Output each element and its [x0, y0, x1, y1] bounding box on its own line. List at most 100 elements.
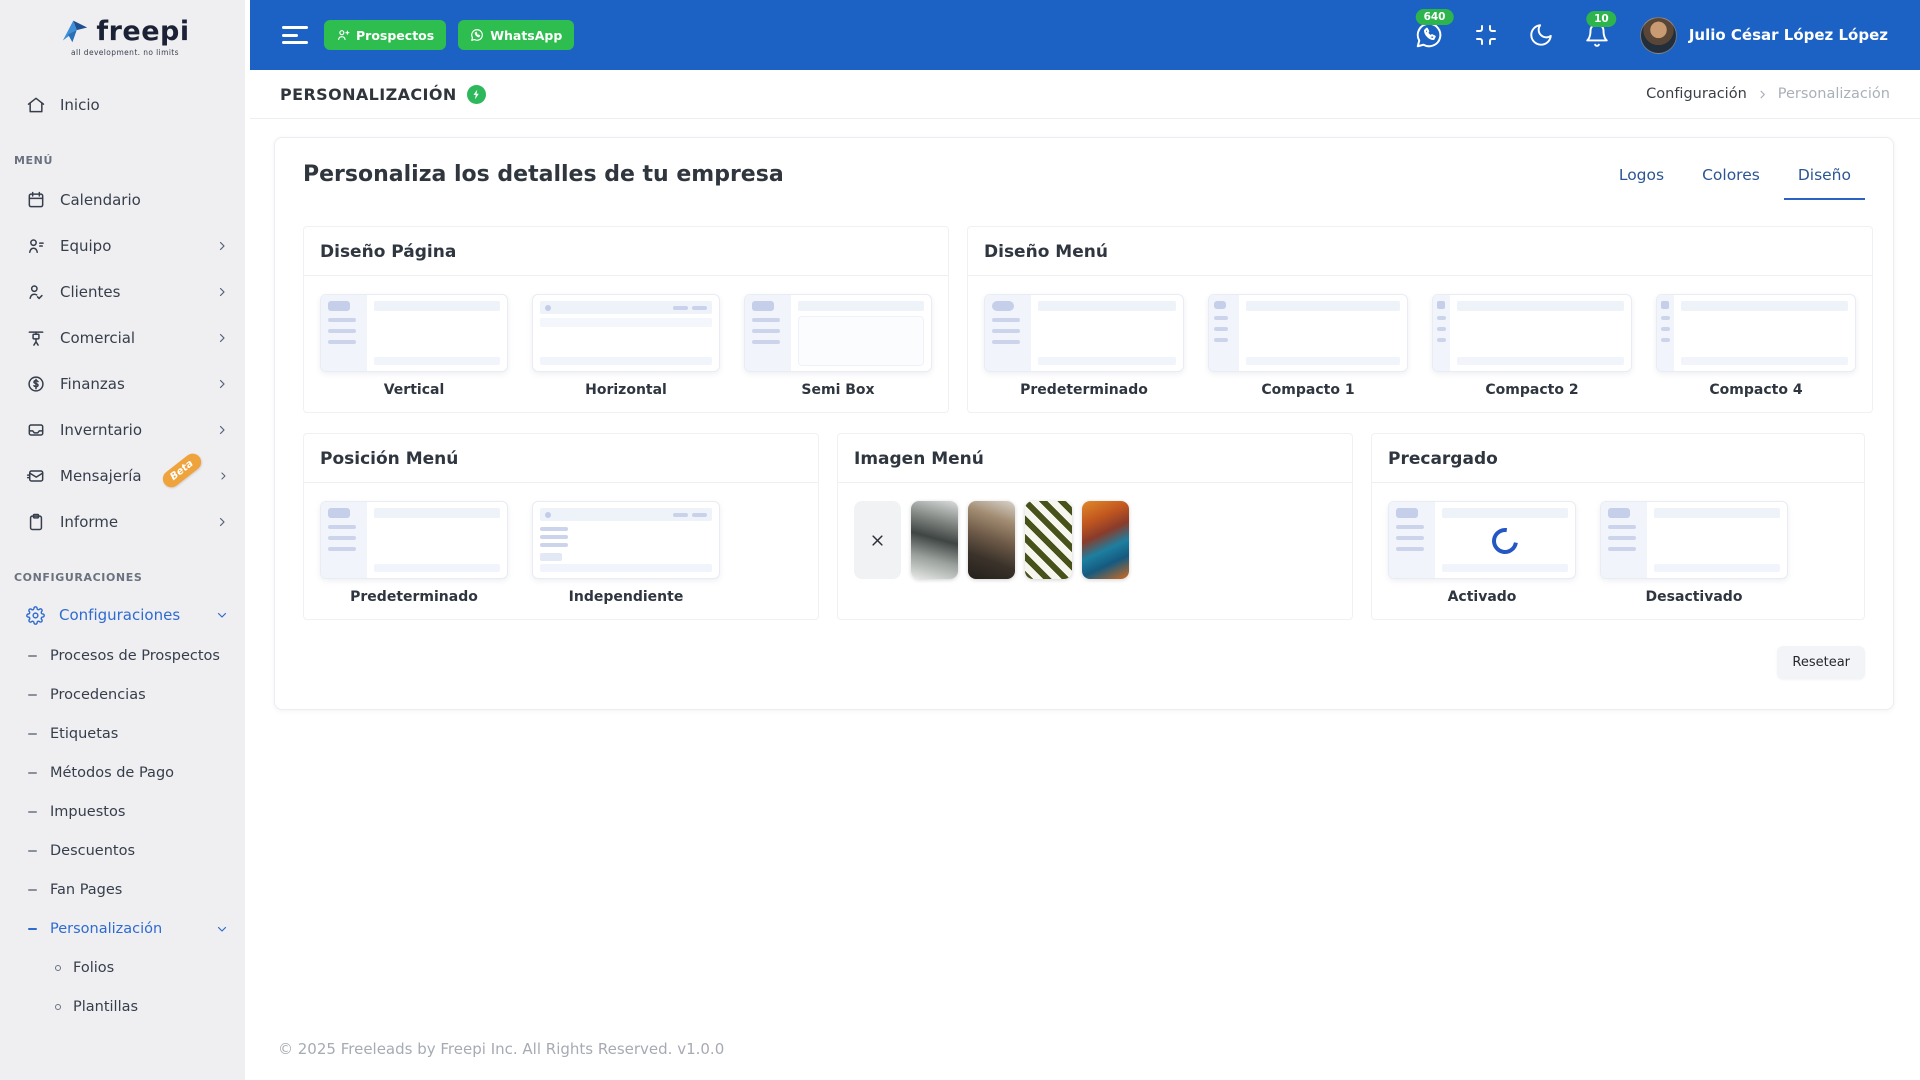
personalization-card: Personaliza los detalles de tu empresa L…: [274, 137, 1894, 710]
panel-diseno-pagina: Diseño Página Vertical Horizontal Semi B…: [303, 226, 949, 413]
calls-icon[interactable]: 640: [1414, 9, 1454, 50]
sidebar-item-finanzas[interactable]: Finanzas: [0, 361, 250, 407]
sidebar-item-inicio[interactable]: Inicio: [0, 82, 250, 128]
sidebar-item-informe[interactable]: Informe: [0, 499, 250, 545]
chevron-down-icon: [217, 612, 227, 618]
sidebar-item-label: Fan Pages: [50, 881, 123, 898]
calendar-icon: [28, 191, 44, 208]
position-preview-independiente: [532, 501, 720, 579]
sidebar-item-etiquetas[interactable]: Etiquetas: [0, 714, 250, 753]
option-menu-predeterminado[interactable]: Predeterminado: [984, 294, 1184, 398]
sidebar-item-calendario[interactable]: Calendario: [0, 177, 250, 223]
user-name[interactable]: Julio César López López: [1689, 26, 1888, 44]
compress-icon[interactable]: [1474, 23, 1498, 47]
sidebar-item-mensajeria[interactable]: Mensajería Beta: [0, 449, 250, 499]
chevron-right-icon: [219, 241, 225, 251]
preload-preview-activado: [1388, 501, 1576, 579]
commerce-icon: [28, 331, 44, 346]
panel-title: Posición Menú: [304, 434, 818, 483]
dash-bullet-icon: [28, 732, 37, 735]
menu-image-snow-forest[interactable]: [911, 501, 958, 579]
sidebar-item-procedencias[interactable]: Procedencias: [0, 675, 250, 714]
option-vertical[interactable]: Vertical: [320, 294, 508, 398]
position-preview-predeterminado: [320, 501, 508, 579]
tab-logos[interactable]: Logos: [1605, 162, 1678, 200]
sidebar-item-configuraciones[interactable]: Configuraciones: [0, 594, 250, 636]
spinner-icon: [1486, 522, 1524, 560]
sidebar-item-label: Plantillas: [73, 998, 139, 1015]
mail-icon: [26, 470, 44, 482]
inventory-icon: [28, 424, 44, 436]
sidebar-item-clientes[interactable]: Clientes: [0, 269, 250, 315]
breadcrumb-configuracion[interactable]: Configuración: [1646, 86, 1747, 102]
sidebar: freepi all development. no limits Inicio…: [0, 0, 250, 1080]
home-icon: [27, 97, 45, 113]
footer-copyright: © 2025 Freeleads by Freepi Inc. All Righ…: [278, 1040, 725, 1058]
chevron-right-icon: [219, 333, 225, 343]
sidebar-item-label: Impuestos: [50, 803, 126, 820]
menu-image-workshop[interactable]: [968, 501, 1015, 579]
dash-bullet-icon: [28, 888, 37, 891]
sidebar-item-metodos-de-pago[interactable]: Métodos de Pago: [0, 753, 250, 792]
whatsapp-button[interactable]: WhatsApp: [458, 20, 575, 50]
breadcrumb-personalizacion: Personalización: [1777, 86, 1890, 102]
sidebar-item-procesos-de-prospectos[interactable]: Procesos de Prospectos: [0, 636, 250, 675]
sidebar-item-label: Métodos de Pago: [50, 764, 175, 781]
sidebar-item-label: Etiquetas: [50, 725, 119, 742]
calls-count-badge: 640: [1415, 9, 1454, 25]
panel-title: Imagen Menú: [838, 434, 1352, 483]
main-content: Personaliza los detalles de tu empresa L…: [250, 119, 1920, 1080]
sidebar-item-comercial[interactable]: Comercial: [0, 315, 250, 361]
brand-logo[interactable]: freepi all development. no limits: [0, 0, 250, 72]
dark-mode-toggle[interactable]: [1528, 22, 1554, 48]
menu-image-choices: [854, 501, 1129, 579]
sidebar-item-equipo[interactable]: Equipo: [0, 223, 250, 269]
reset-button[interactable]: Resetear: [1777, 646, 1865, 679]
hamburger-menu-icon[interactable]: [282, 26, 308, 44]
user-avatar[interactable]: [1639, 16, 1677, 54]
sidebar-section-menu: MENÚ: [14, 154, 53, 167]
sidebar-item-personalizacion[interactable]: Personalización: [0, 909, 250, 948]
preload-preview-desactivado: [1600, 501, 1788, 579]
sidebar-item-label: Clientes: [60, 283, 121, 301]
menu-preview-compacto-2: [1432, 294, 1632, 372]
panel-title: Diseño Menú: [968, 227, 1872, 276]
card-title: Personaliza los detalles de tu empresa: [303, 162, 784, 187]
option-horizontal[interactable]: Horizontal: [532, 294, 720, 398]
option-precargado-desactivado[interactable]: Desactivado: [1600, 501, 1788, 605]
option-semi-box[interactable]: Semi Box: [744, 294, 932, 398]
prospects-button[interactable]: Prospectos: [324, 20, 447, 50]
sidebar-section-configuraciones: CONFIGURACIONES: [14, 571, 143, 584]
option-label: Semi Box: [801, 382, 875, 398]
no-image-option[interactable]: [854, 501, 901, 579]
dash-bullet-icon: [28, 654, 37, 657]
page-info-badge[interactable]: [466, 84, 486, 104]
sidebar-item-descuentos[interactable]: Descuentos: [0, 831, 250, 870]
option-precargado-activado[interactable]: Activado: [1388, 501, 1576, 605]
sidebar-item-impuestos[interactable]: Impuestos: [0, 792, 250, 831]
sidebar-item-plantillas[interactable]: Plantillas: [0, 987, 250, 1026]
menu-image-colorful-abstract[interactable]: [1082, 501, 1129, 579]
sidebar-item-label: Personalización: [50, 920, 163, 937]
option-posicion-predeterminado[interactable]: Predeterminado: [320, 501, 508, 605]
panel-posicion-menu: Posición Menú Predeterminado Independien…: [303, 433, 819, 620]
sidebar-item-inventario[interactable]: Inverntario: [0, 407, 250, 453]
option-menu-compacto-4[interactable]: Compacto 4: [1656, 294, 1856, 398]
sidebar-item-label: Folios: [73, 959, 115, 976]
panel-precargado: Precargado Activado Desactivado: [1371, 433, 1865, 620]
sidebar-item-label: Procedencias: [50, 686, 146, 703]
chevron-right-icon: [219, 517, 225, 527]
tab-colores[interactable]: Colores: [1688, 162, 1774, 200]
sidebar-item-label: Mensajería: [60, 467, 142, 485]
option-posicion-independiente[interactable]: Independiente: [532, 501, 720, 605]
sidebar-item-folios[interactable]: Folios: [0, 948, 250, 987]
moon-icon: [1530, 24, 1552, 46]
menu-preview-predeterminado: [984, 294, 1184, 372]
tab-diseno[interactable]: Diseño: [1783, 162, 1865, 200]
option-menu-compacto-2[interactable]: Compacto 2: [1432, 294, 1632, 398]
option-menu-compacto-1[interactable]: Compacto 1: [1208, 294, 1408, 398]
bolt-icon: [473, 89, 479, 99]
notifications-icon[interactable]: 10: [1584, 11, 1617, 48]
menu-image-green-chevron[interactable]: [1025, 501, 1072, 579]
sidebar-item-fan-pages[interactable]: Fan Pages: [0, 870, 250, 909]
